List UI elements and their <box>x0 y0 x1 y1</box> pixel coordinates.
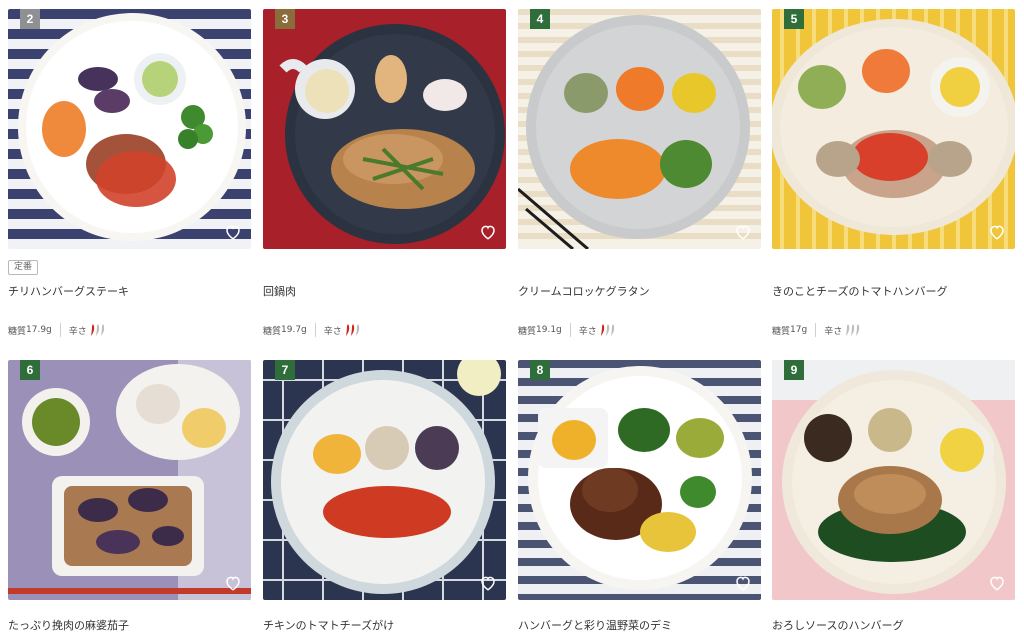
nutrition-info: 糖質 19.7g 辛さ <box>263 322 360 338</box>
divider <box>569 323 571 337</box>
standard-badge: 定番 <box>8 260 39 275</box>
carb-label: 糖質 <box>518 326 537 337</box>
chicken-tomato-cheese-photo <box>263 360 506 600</box>
product-name[interactable]: クリームコロッケグラタン <box>518 283 650 299</box>
product-name[interactable]: チリハンバーグステーキ <box>8 283 129 299</box>
grated-radish-hamburg-photo <box>772 360 1015 600</box>
spice-label: 辛さ <box>824 326 843 337</box>
rank-badge: 4 <box>530 9 550 29</box>
product-photo[interactable]: 6 <box>8 360 251 600</box>
favorite-heart-icon[interactable] <box>479 574 497 592</box>
product-card[interactable]: 7 チキンのトマトチーズがけ <box>263 360 506 632</box>
product-name[interactable]: たっぷり挽肉の麻婆茄子 <box>8 617 129 633</box>
product-name[interactable]: 回鍋肉 <box>263 283 296 299</box>
product-card[interactable]: 8 ハンバーグと彩り温野菜のデミ <box>518 360 761 632</box>
carb-value: 17g <box>790 325 808 335</box>
rank-badge: 5 <box>784 9 804 29</box>
product-card[interactable]: 9 おろしソースのハンバーグ <box>772 360 1015 632</box>
rank-badge: 8 <box>530 360 550 380</box>
chili-hamburg-photo <box>8 9 251 249</box>
product-photo[interactable]: 5 <box>772 9 1015 249</box>
favorite-heart-icon[interactable] <box>734 223 752 241</box>
product-card[interactable]: 5 きのことチーズのトマトハンバーグ 糖質 17g 辛さ <box>772 9 1015 337</box>
product-name[interactable]: おろしソースのハンバーグ <box>772 617 903 633</box>
product-photo[interactable]: 3 <box>263 9 506 249</box>
product-photo[interactable]: 8 <box>518 360 761 600</box>
product-card[interactable]: 3 回鍋肉 糖質 19.7g 辛さ <box>263 9 506 337</box>
carb-label: 糖質 <box>263 326 282 337</box>
nutrition-info: 糖質 17g 辛さ <box>772 322 860 338</box>
rank-badge: 3 <box>275 9 295 29</box>
favorite-heart-icon[interactable] <box>224 574 242 592</box>
cream-croquette-gratin-photo <box>518 9 761 249</box>
favorite-heart-icon[interactable] <box>479 223 497 241</box>
spice-rating <box>345 324 360 336</box>
divider <box>815 323 817 337</box>
carb-label: 糖質 <box>8 326 27 337</box>
product-photo[interactable]: 2 <box>8 9 251 249</box>
favorite-heart-icon[interactable] <box>988 574 1006 592</box>
rank-badge: 6 <box>20 360 40 380</box>
spice-label: 辛さ <box>68 326 87 337</box>
product-name[interactable]: チキンのトマトチーズがけ <box>263 617 394 633</box>
divider <box>59 323 61 337</box>
product-name[interactable]: ハンバーグと彩り温野菜のデミ <box>518 617 672 633</box>
product-name[interactable]: きのことチーズのトマトハンバーグ <box>772 283 947 299</box>
mushroom-cheese-hamburg-photo <box>772 9 1015 249</box>
ranking-grid: 2 定番 チリハンバーグステーキ 糖質 17.9g 辛さ 3 回鍋肉 糖質 19… <box>0 0 1024 641</box>
spice-label: 辛さ <box>323 326 342 337</box>
divider <box>314 323 316 337</box>
product-card[interactable]: 4 クリームコロッケグラタン 糖質 19.1g 辛さ <box>518 9 761 337</box>
chili-gray-icon <box>355 324 359 336</box>
carb-value: 17.9g <box>26 325 52 335</box>
carb-label: 糖質 <box>772 326 791 337</box>
hamburg-demi-vegetables-photo <box>518 360 761 600</box>
spice-rating <box>600 324 615 336</box>
twice-cooked-pork-photo <box>263 9 506 249</box>
product-card[interactable]: 2 定番 チリハンバーグステーキ 糖質 17.9g 辛さ <box>8 9 251 337</box>
chili-gray-icon <box>100 324 104 336</box>
product-photo[interactable]: 7 <box>263 360 506 600</box>
favorite-heart-icon[interactable] <box>988 223 1006 241</box>
chili-gray-icon <box>610 324 614 336</box>
spice-rating <box>90 324 105 336</box>
carb-value: 19.7g <box>281 325 307 335</box>
spice-rating <box>845 324 860 336</box>
spice-label: 辛さ <box>578 326 597 337</box>
favorite-heart-icon[interactable] <box>224 223 242 241</box>
product-photo[interactable]: 9 <box>772 360 1015 600</box>
rank-badge: 9 <box>784 360 804 380</box>
favorite-heart-icon[interactable] <box>734 574 752 592</box>
product-photo[interactable]: 4 <box>518 9 761 249</box>
chili-gray-icon <box>856 324 860 336</box>
carb-value: 19.1g <box>536 325 562 335</box>
nutrition-info: 糖質 19.1g 辛さ <box>518 322 615 338</box>
mapo-eggplant-photo <box>8 360 251 600</box>
nutrition-info: 糖質 17.9g 辛さ <box>8 322 105 338</box>
rank-badge: 2 <box>20 9 40 29</box>
rank-badge: 7 <box>275 360 295 380</box>
product-card[interactable]: 6 たっぷり挽肉の麻婆茄子 <box>8 360 251 632</box>
